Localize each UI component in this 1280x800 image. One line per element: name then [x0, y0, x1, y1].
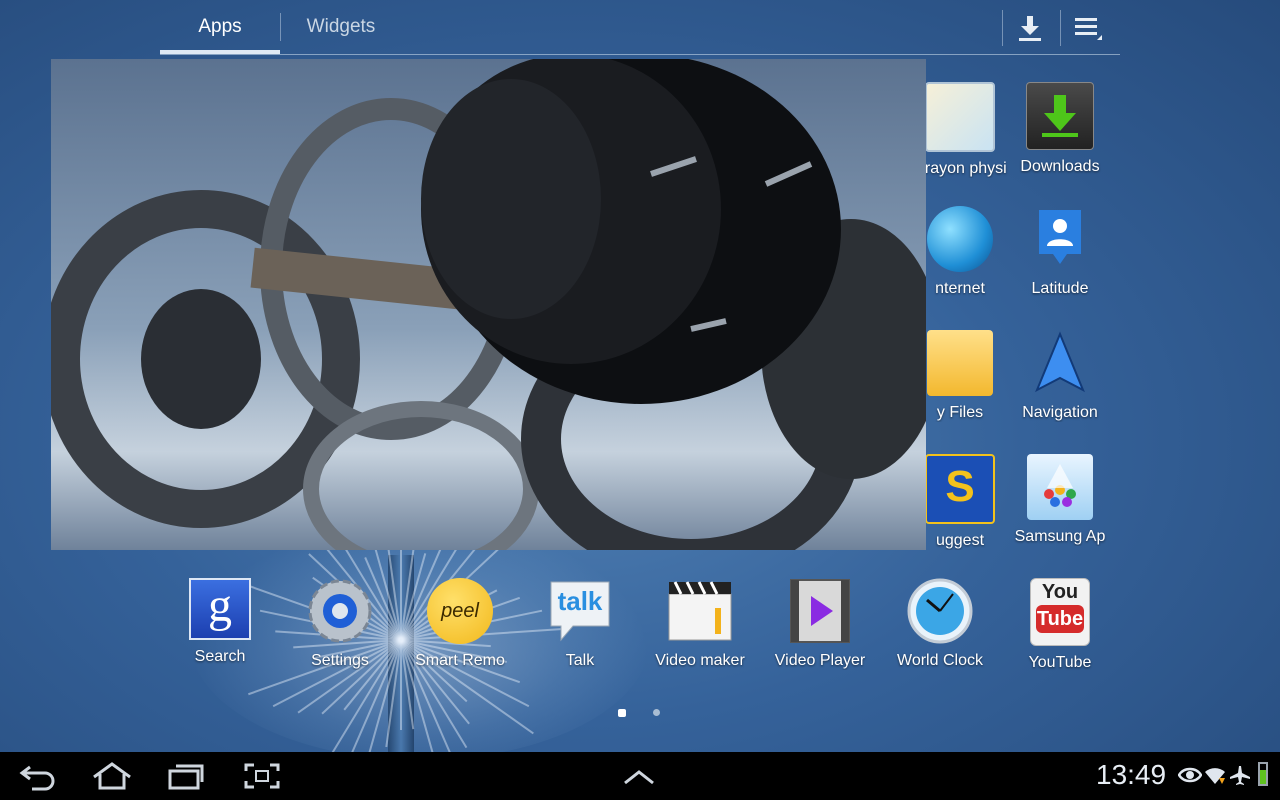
- action-separator: [1002, 10, 1003, 46]
- peel-icon: peel: [427, 578, 493, 644]
- app-navigation[interactable]: Navigation: [1000, 330, 1120, 422]
- app-label: Downloads: [1020, 158, 1100, 175]
- world-clock-icon: [907, 578, 973, 644]
- download-button[interactable]: [1007, 8, 1053, 48]
- app-talk[interactable]: talk Talk: [520, 578, 640, 670]
- app-settings[interactable]: Settings: [280, 578, 400, 670]
- back-icon: [19, 765, 55, 791]
- video-maker-icon: [667, 578, 733, 644]
- app-label: Talk: [565, 652, 595, 669]
- app-label: YouTube: [1028, 654, 1092, 671]
- app-video-player[interactable]: Video Player: [760, 578, 880, 670]
- youtube-tube: Tube: [1036, 605, 1084, 633]
- samsung-apps-icon: [1027, 454, 1093, 520]
- google-glyph: g: [208, 579, 232, 632]
- action-separator-2: [1060, 10, 1061, 46]
- app-drawer-tabs: Apps Widgets: [160, 0, 1120, 55]
- menu-icon: [1075, 18, 1102, 40]
- tab-apps[interactable]: Apps: [160, 0, 280, 54]
- google-search-icon: g: [189, 578, 251, 640]
- app-label: Navigation: [1022, 404, 1098, 421]
- app-youtube[interactable]: You Tube YouTube: [1000, 578, 1120, 672]
- tab-widgets[interactable]: Widgets: [280, 13, 401, 41]
- crayon-physics-icon: [925, 82, 995, 152]
- app-label: Samsung Ap: [1014, 528, 1106, 545]
- download-icon: [1019, 16, 1041, 41]
- peel-glyph: peel: [441, 600, 479, 622]
- home-button[interactable]: [82, 758, 142, 794]
- suggest-icon: S: [925, 454, 995, 524]
- back-button[interactable]: [8, 758, 68, 794]
- system-bar: 13:49: [0, 752, 1280, 800]
- app-samsung-apps[interactable]: Samsung Ap: [1000, 454, 1120, 546]
- page-dot-active[interactable]: [618, 709, 626, 717]
- home-icon: [93, 762, 131, 790]
- app-label: Video maker: [655, 652, 745, 669]
- app-search[interactable]: g Search: [160, 578, 280, 666]
- page-dot[interactable]: [653, 709, 660, 716]
- airplane-icon: [1230, 766, 1250, 785]
- status-clock[interactable]: 13:49: [1096, 759, 1166, 791]
- battery-level: [1260, 770, 1266, 784]
- talk-icon: talk: [547, 578, 613, 644]
- app-video-maker[interactable]: Video maker: [640, 578, 760, 670]
- up-arrow-icon: [624, 770, 654, 785]
- app-label: Search: [194, 648, 246, 665]
- app-downloads[interactable]: Downloads: [1000, 82, 1120, 176]
- app-world-clock[interactable]: World Clock: [880, 578, 1000, 670]
- video-player-icon: [787, 578, 853, 644]
- internet-globe-icon: [927, 206, 993, 272]
- menu-button[interactable]: [1065, 8, 1111, 48]
- wifi-icon: [1205, 768, 1225, 784]
- video-preview-window[interactable]: [51, 59, 926, 550]
- app-label: Smart Remo: [415, 652, 505, 669]
- app-label: World Clock: [897, 652, 983, 669]
- suggest-glyph: S: [945, 462, 975, 511]
- navigation-icon: [1027, 330, 1093, 396]
- screenshot-icon: [244, 763, 280, 789]
- app-label: Video Player: [774, 652, 866, 669]
- downloads-icon: [1026, 82, 1094, 150]
- latitude-icon: [1027, 206, 1093, 272]
- video-frame-gears: [51, 59, 926, 550]
- app-label: Settings: [311, 652, 369, 669]
- settings-icon: [307, 578, 373, 644]
- app-smart-remote[interactable]: peel Smart Remo: [400, 578, 520, 670]
- up-arrow-button[interactable]: [609, 758, 669, 794]
- folder-icon: [927, 330, 993, 396]
- eye-icon: [1178, 767, 1202, 783]
- youtube-you: You: [1041, 581, 1079, 603]
- battery-icon: [1258, 762, 1268, 786]
- app-latitude[interactable]: Latitude: [1000, 206, 1120, 298]
- youtube-icon: You Tube: [1030, 578, 1090, 646]
- talk-glyph: talk: [557, 586, 603, 616]
- app-label: Latitude: [1031, 280, 1089, 297]
- recent-apps-icon: [168, 764, 204, 790]
- recent-apps-button[interactable]: [156, 758, 216, 794]
- screenshot-button[interactable]: [232, 758, 292, 794]
